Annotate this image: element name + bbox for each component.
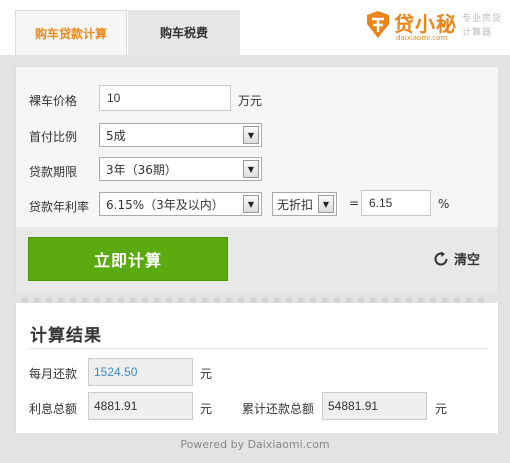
total-value: 54881.91 bbox=[322, 392, 427, 420]
discount-value: 无折扣 bbox=[277, 197, 314, 212]
total-label: 累计还款总额 bbox=[242, 402, 315, 416]
footer-credit: Powered by Daixiaomi.com bbox=[180, 438, 330, 451]
logo-slogan: 专业房贷计算器 bbox=[462, 14, 503, 38]
calculate-button[interactable]: 立即计算 bbox=[28, 237, 228, 281]
term-label: 贷款期限 bbox=[29, 165, 78, 179]
refresh-icon bbox=[434, 251, 448, 265]
down-payment-select[interactable]: 5成 ▼ bbox=[99, 123, 262, 147]
result-title: 计算结果 bbox=[30, 326, 102, 346]
monthly-label: 每月还款 bbox=[29, 367, 78, 381]
logo-icon bbox=[367, 11, 389, 38]
interest-label: 利息总额 bbox=[29, 402, 78, 416]
term-select[interactable]: 3年（36期） ▼ bbox=[99, 157, 262, 181]
rate-select-value: 6.15%（3年及以内） bbox=[106, 197, 224, 212]
loan-form: 裸车价格 10 万元 首付比例 5成 ▼ 贷款期限 3年（36期） ▼ 贷款年利… bbox=[15, 67, 499, 227]
discount-select[interactable]: 无折扣 ▼ bbox=[272, 192, 337, 216]
price-label: 裸车价格 bbox=[29, 94, 78, 108]
monthly-unit: 元 bbox=[200, 367, 213, 381]
down-payment-label: 首付比例 bbox=[29, 130, 78, 144]
chevron-down-icon: ▼ bbox=[243, 195, 259, 213]
tab-car-tax-fees[interactable]: 购车税费 bbox=[128, 10, 240, 55]
term-value: 3年（36期） bbox=[106, 162, 177, 177]
logo-brand-text: 贷小秘 bbox=[394, 12, 457, 36]
interest-value: 4881.91 bbox=[88, 392, 193, 420]
chevron-down-icon: ▼ bbox=[243, 160, 259, 178]
price-input[interactable]: 10 bbox=[99, 85, 231, 111]
action-bar: 立即计算 清空 bbox=[15, 227, 499, 293]
chevron-down-icon: ▼ bbox=[318, 195, 334, 213]
tab-car-loan-calculator[interactable]: 购车贷款计算 bbox=[15, 10, 127, 55]
clear-button[interactable]: 清空 bbox=[432, 249, 480, 268]
brand-logo: 贷小秘 daixiaomi.com 专业房贷计算器 bbox=[364, 8, 504, 48]
chevron-down-icon: ▼ bbox=[243, 126, 259, 144]
down-payment-value: 5成 bbox=[106, 128, 126, 143]
interest-unit: 元 bbox=[200, 402, 213, 416]
monthly-value: 1524.50 bbox=[88, 358, 193, 386]
rate-input[interactable]: 6.15 bbox=[361, 190, 431, 216]
rate-select[interactable]: 6.15%（3年及以内） ▼ bbox=[99, 192, 262, 216]
total-unit: 元 bbox=[435, 402, 448, 416]
equals-sign: = bbox=[349, 196, 360, 210]
rate-unit: % bbox=[438, 197, 450, 211]
rate-label: 贷款年利率 bbox=[29, 200, 90, 214]
logo-domain-text: daixiaomi.com bbox=[396, 34, 448, 42]
divider bbox=[28, 348, 488, 349]
result-panel: 计算结果 每月还款 1524.50 元 利息总额 4881.91 元 累计还款总… bbox=[15, 303, 499, 433]
clear-label: 清空 bbox=[454, 253, 481, 268]
price-unit: 万元 bbox=[238, 94, 263, 108]
tab-bar: 购车贷款计算 购车税费 贷小秘 daixiaomi.com 专业房贷计算器 bbox=[0, 0, 510, 55]
